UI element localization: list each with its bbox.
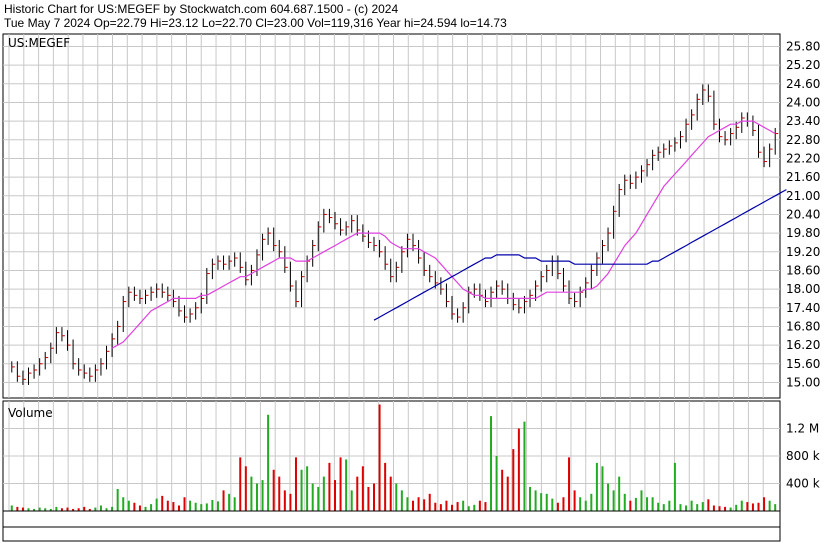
price-tick-label: 24.60	[786, 77, 820, 91]
price-tick-label: 19.20	[786, 245, 820, 259]
volume-tick-label: 1.2 M	[786, 422, 819, 436]
price-tick-label: 25.20	[786, 58, 820, 72]
month-axis	[2, 510, 781, 528]
volume-tick-label: 800 k	[786, 449, 820, 463]
price-tick-label: 22.20	[786, 151, 820, 165]
price-tick-label: 21.60	[786, 170, 820, 184]
price-tick-label: 15.60	[786, 357, 820, 371]
volume-tick-label: 400 k	[786, 477, 820, 491]
price-tick-label: 19.80	[786, 226, 820, 240]
price-tick-label: 20.40	[786, 207, 820, 221]
price-tick-label: 24.00	[786, 95, 820, 109]
price-tick-label: 22.80	[786, 133, 820, 147]
price-tick-label: 18.60	[786, 263, 820, 277]
price-tick-label: 15.00	[786, 375, 820, 389]
year-axis	[2, 526, 781, 542]
price-tick-label: 25.80	[786, 39, 820, 53]
price-tick-label: 16.80	[786, 319, 820, 333]
chart-canvas: 25.80 25.20 24.60 24.00 23.40 22.80 22.20 21.60…	[2, 33, 820, 542]
price-tick-label: 16.20	[786, 338, 820, 352]
volume-label: Volume	[8, 406, 53, 420]
price-tick-label: 18.00	[786, 282, 820, 296]
chart: Historic Chart for US:MEGEF by Stockwatc…	[0, 0, 830, 543]
price-tick-label: 17.40	[786, 301, 820, 315]
price-tick-label: 23.40	[786, 114, 820, 128]
symbol-label: US:MEGEF	[8, 36, 70, 50]
price-tick-label: 21.00	[786, 189, 820, 203]
